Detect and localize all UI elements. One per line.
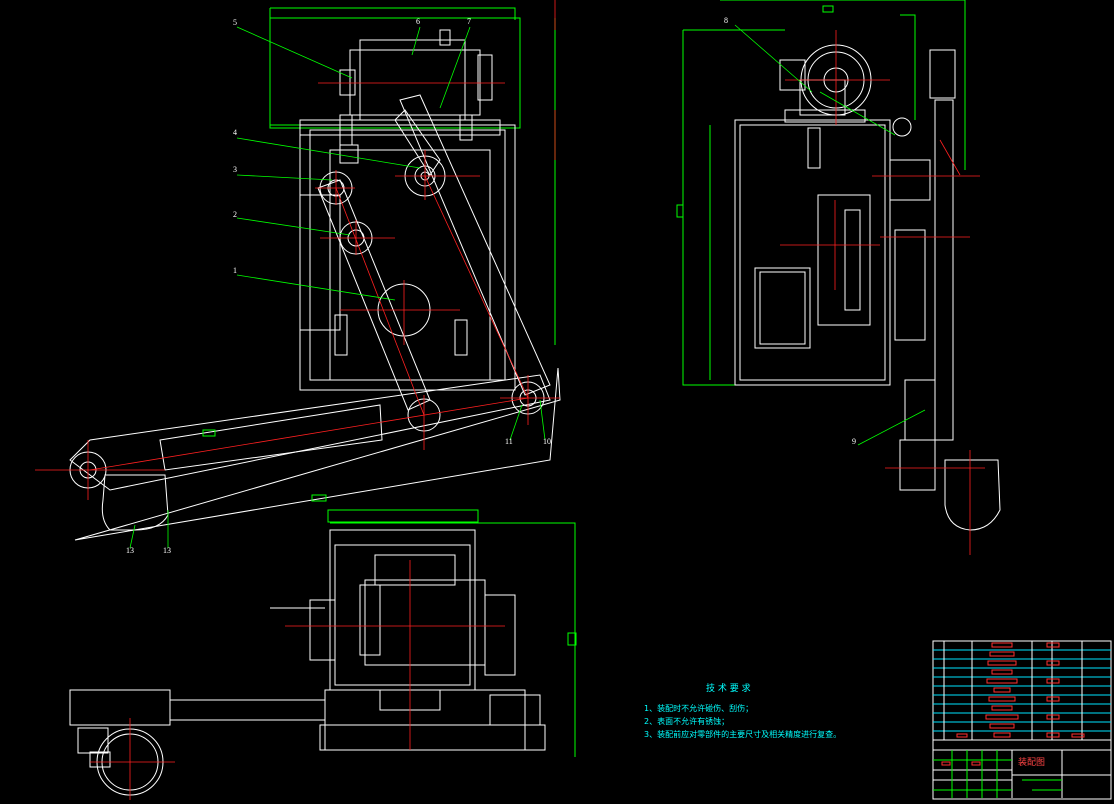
part-label-9: 9 [852,437,856,446]
part-label-4: 4 [233,128,237,137]
title-block: 装配图 [932,640,1112,800]
part-label-2: 2 [233,210,237,219]
part-label-11: 11 [505,437,513,446]
tech-req-item-1: 1、装配时不允许碰伤、刮伤； [644,704,754,713]
part-label-8: 8 [724,16,728,25]
tech-req-heading: 技 术 要 求 [706,684,751,694]
front-view [35,0,561,549]
side-view [676,0,1001,555]
drawing-title: 装配图 [1018,758,1046,768]
part-label-13a: 13 [126,546,134,555]
part-label-7: 7 [467,17,471,26]
part-label-10: 10 [543,437,551,446]
tech-req-item-2: 2、表面不允许有锈蚀； [644,717,730,726]
top-view [69,509,577,800]
part-label-1: 1 [233,266,237,275]
tech-req-item-3: 3、装配前应对零部件的主要尺寸及相关精度进行复查。 [644,730,842,739]
title-block-grid [932,640,1112,800]
part-label-5: 5 [233,18,237,27]
part-label-6: 6 [416,17,420,26]
part-label-13b: 13 [163,546,171,555]
part-label-3: 3 [233,165,237,174]
